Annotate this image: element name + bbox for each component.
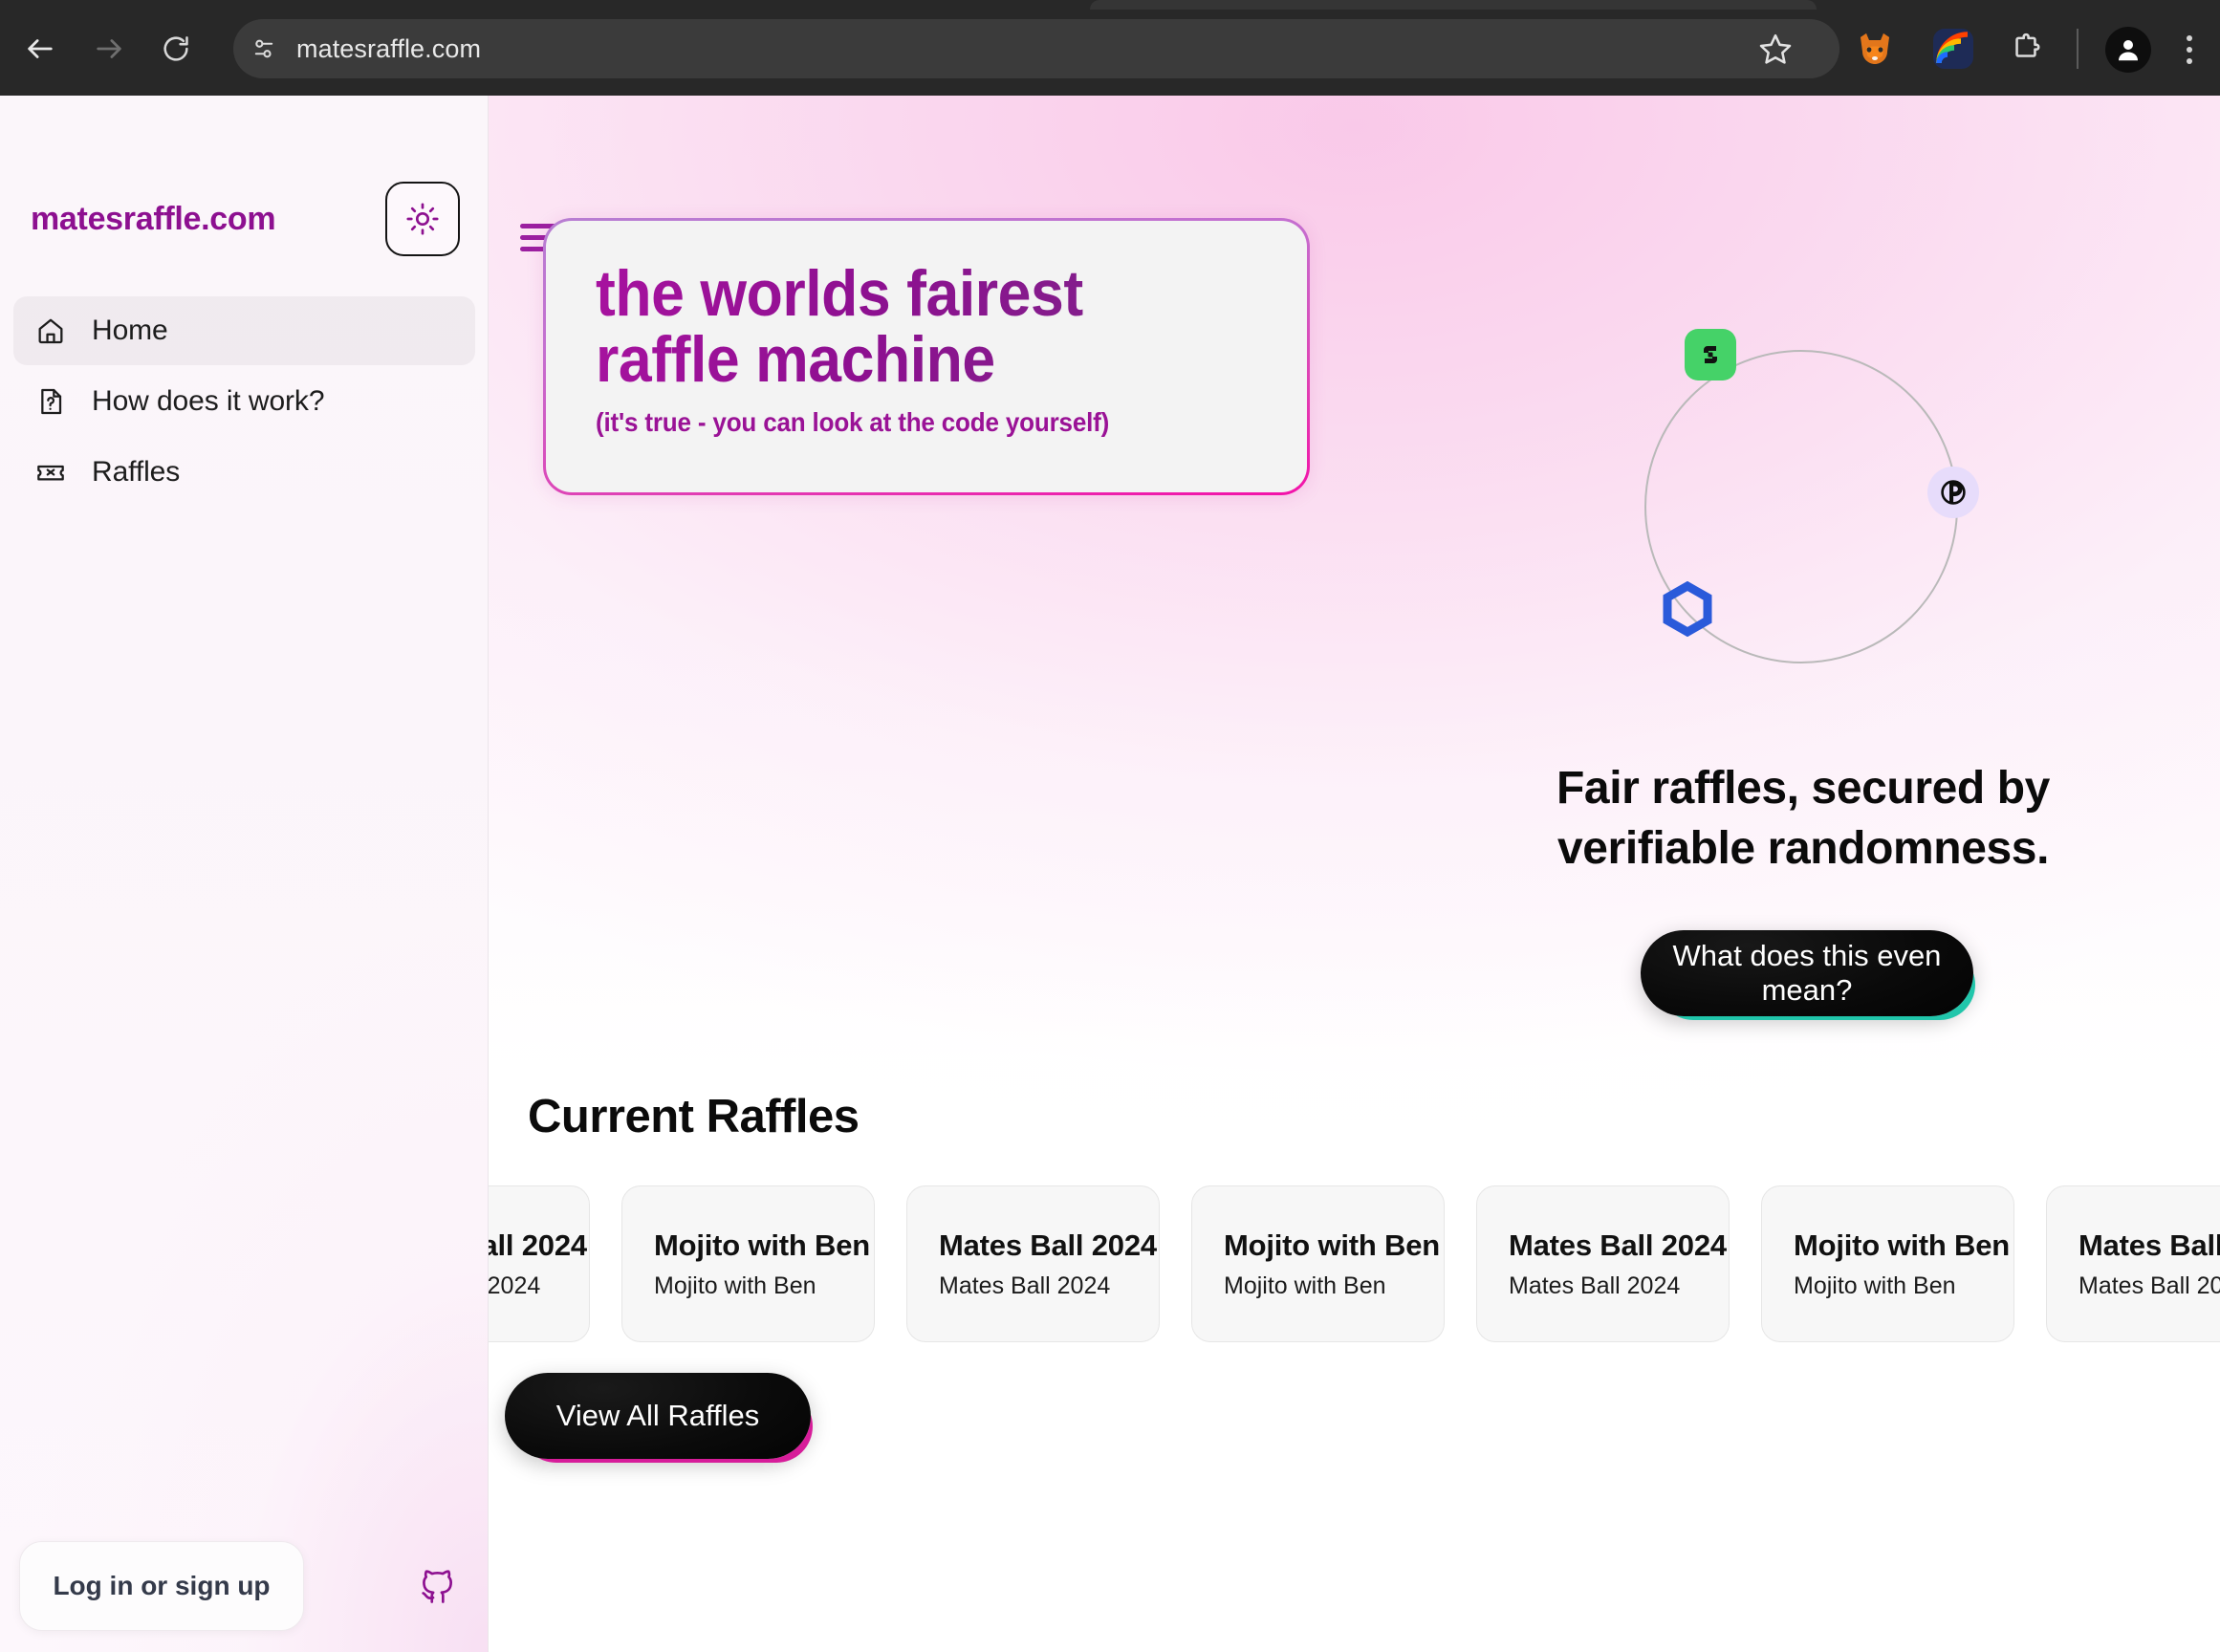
raffle-card-subtitle: Mojito with Ben [1794, 1272, 1956, 1299]
raffle-card[interactable]: Mojito with Ben Mojito with Ben [1761, 1185, 2014, 1342]
sun-icon [406, 203, 439, 235]
tune-icon [254, 39, 273, 58]
sidebar-footer: Log in or sign up [0, 1509, 489, 1652]
site-info-icon[interactable] [243, 28, 285, 70]
arrow-left-icon [28, 39, 53, 58]
raffle-card-title: Mojito with Ben [1224, 1228, 1441, 1262]
back-button[interactable] [15, 24, 65, 74]
hero-subtitle: (it's true - you can look at the code yo… [596, 407, 1110, 438]
sidebar-item-how-does-it-work[interactable]: How does it work? [13, 367, 475, 436]
raffle-card-title: Mates Ball 2024 [939, 1228, 1157, 1262]
puzzle-icon [2015, 33, 2040, 57]
page-viewport: the worlds fairest raffle machine (it's … [0, 96, 2220, 1652]
safe-logo-badge [1685, 329, 1736, 380]
hexagon-icon [1663, 581, 1712, 637]
chrome-menu-button[interactable] [2168, 25, 2210, 75]
raffle-card-title: Mojito with Ben [654, 1228, 871, 1262]
reload-icon [163, 36, 188, 61]
sidebar-item-label: How does it work? [92, 385, 325, 417]
dot [2187, 47, 2192, 53]
section-title-current-raffles: Current Raffles [528, 1091, 860, 1142]
hero-tagline: Fair raffles, secured by verifiable rand… [1556, 763, 2050, 875]
sidebar: matesraffle.com Home How does it work? R… [0, 96, 489, 1652]
view-all-raffles-button[interactable]: View All Raffles [505, 1373, 811, 1459]
raffle-card[interactable]: Mojito with Ben Mojito with Ben [621, 1185, 875, 1342]
forward-button[interactable] [84, 24, 134, 74]
extensions-puzzle-icon[interactable] [2004, 27, 2048, 71]
safe-icon [1704, 346, 1717, 363]
fox-icon [1861, 33, 1889, 64]
pyth-logo-badge [1927, 467, 1979, 518]
home-icon [34, 315, 67, 347]
reload-button[interactable] [151, 24, 201, 74]
github-icon[interactable] [418, 1566, 458, 1606]
sidebar-item-label: Raffles [92, 456, 181, 488]
raffles-carousel[interactable]: Mates Ball 2024 Mates Ball 2024 Mojito w… [337, 1185, 2220, 1342]
sidebar-nav: Home How does it work? Raffles [13, 296, 475, 509]
star-icon [1759, 33, 1792, 64]
hero-card: the worlds fairest raffle machine (it's … [543, 218, 1310, 495]
sidebar-item-home[interactable]: Home [13, 296, 475, 365]
hero-title: the worlds fairest raffle machine [596, 261, 1205, 393]
hero-card-inner: the worlds fairest raffle machine (it's … [546, 221, 1307, 492]
bookmark-star-icon[interactable] [1752, 25, 1799, 73]
metamask-extension-icon[interactable] [1853, 27, 1897, 71]
dot [2187, 35, 2192, 41]
raffle-card-subtitle: Mojito with Ben [1224, 1272, 1386, 1299]
raffle-card-subtitle: Mates Ball 2024 [1509, 1272, 1681, 1299]
raffle-card[interactable]: Mates Ball 2024 Mates Ball 2024 [2046, 1185, 2220, 1342]
browser-chrome: matesraffle.com [0, 0, 2220, 96]
rainbow-extension-icon[interactable] [1931, 27, 1975, 71]
orbit-graphic [1644, 329, 1979, 663]
raffle-card-subtitle: Mates Ball 2024 [939, 1272, 1111, 1299]
arrow-right-icon [97, 39, 121, 58]
dot [2187, 58, 2192, 64]
raffle-card-subtitle: Mojito with Ben [654, 1272, 816, 1299]
raffle-card[interactable]: Mates Ball 2024 Mates Ball 2024 [906, 1185, 1160, 1342]
address-bar[interactable]: matesraffle.com [233, 19, 1839, 78]
url-text: matesraffle.com [296, 33, 482, 63]
tab-strip[interactable] [1090, 0, 1817, 10]
raffle-card-title: Mojito with Ben [1794, 1228, 2011, 1262]
what-does-this-mean-button[interactable]: What does this even mean? [1641, 930, 1973, 1016]
raffle-card[interactable]: Mojito with Ben Mojito with Ben [1191, 1185, 1445, 1342]
raffle-card-title: Mates Ball 2024 [1509, 1228, 1727, 1262]
person-icon [2119, 40, 2138, 61]
toolbar-divider [2077, 29, 2079, 69]
raffle-card-subtitle: Mates Ball 2024 [2079, 1272, 2220, 1299]
raffle-card[interactable]: Mates Ball 2024 Mates Ball 2024 [1476, 1185, 1730, 1342]
chainlink-logo-badge [1658, 579, 1717, 639]
file-question-icon [34, 385, 67, 418]
ticket-icon [34, 456, 67, 489]
theme-toggle-button[interactable] [385, 182, 460, 256]
raffle-card-title: Mates Ball 2024 [2079, 1228, 2220, 1262]
github-mark-icon [422, 1570, 452, 1603]
sidebar-item-raffles[interactable]: Raffles [13, 438, 475, 507]
pyth-p-icon [1941, 480, 1966, 505]
login-signup-button[interactable]: Log in or sign up [19, 1541, 304, 1631]
rainbow-icon [1933, 29, 1973, 69]
sidebar-item-label: Home [92, 315, 168, 346]
sidebar-brand-logo[interactable]: matesraffle.com [31, 201, 276, 238]
main-content: the worlds fairest raffle machine (it's … [337, 96, 2220, 1652]
profile-avatar-icon[interactable] [2105, 27, 2151, 73]
